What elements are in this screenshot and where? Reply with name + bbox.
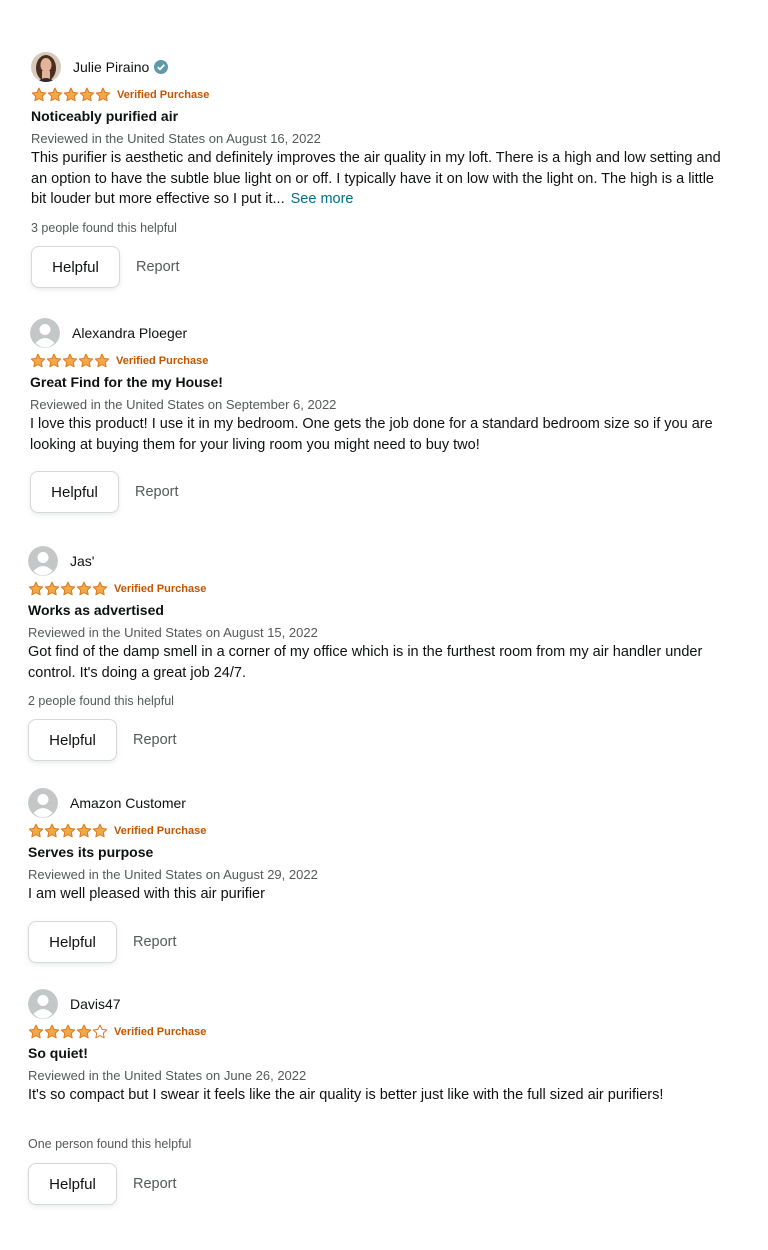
review-actions: Helpful Report	[28, 719, 177, 761]
review-body: This purifier is aesthetic and definitel…	[31, 148, 731, 210]
helpful-count: 3 people found this helpful	[31, 221, 177, 235]
star-filled-icon	[76, 823, 92, 838]
verified-purchase-badge[interactable]: Verified Purchase	[114, 1026, 206, 1038]
helpful-button[interactable]: Helpful	[28, 719, 117, 761]
default-avatar-icon[interactable]	[28, 546, 58, 576]
star-filled-icon	[60, 1024, 76, 1039]
star-filled-icon	[94, 353, 110, 368]
review-title[interactable]: Noticeably purified air	[31, 108, 178, 124]
star-filled-icon	[44, 1024, 60, 1039]
helpful-button[interactable]: Helpful	[31, 246, 120, 288]
report-link[interactable]: Report	[135, 484, 179, 500]
star-filled-icon	[47, 87, 63, 102]
review-title[interactable]: Great Find for the my House!	[30, 374, 223, 390]
review-date: Reviewed in the United States on August …	[31, 131, 321, 146]
verified-purchase-badge[interactable]: Verified Purchase	[114, 583, 206, 595]
review-date: Reviewed in the United States on August …	[28, 625, 318, 640]
report-link[interactable]: Report	[136, 259, 180, 275]
star-rating[interactable]	[30, 353, 110, 369]
reviewer-profile[interactable]: Jas'	[28, 544, 94, 578]
verified-purchase-badge[interactable]: Verified Purchase	[117, 89, 209, 101]
default-avatar-icon[interactable]	[28, 989, 58, 1019]
rating-row: Verified Purchase	[28, 581, 206, 597]
default-avatar-icon[interactable]	[28, 788, 58, 818]
star-rating[interactable]	[31, 87, 111, 103]
report-link[interactable]: Report	[133, 1176, 177, 1192]
rating-row: Verified Purchase	[30, 353, 208, 369]
helpful-button[interactable]: Helpful	[28, 1163, 117, 1205]
star-filled-icon	[31, 87, 47, 102]
star-filled-icon	[28, 581, 44, 596]
review-body: I am well pleased with this air purifier	[28, 884, 728, 905]
review-text: It's so compact but I swear it feels lik…	[28, 1087, 664, 1103]
helpful-button[interactable]: Helpful	[28, 921, 117, 963]
star-filled-icon	[44, 823, 60, 838]
review-actions: Helpful Report	[30, 471, 179, 513]
star-filled-icon	[60, 581, 76, 596]
star-filled-icon	[92, 823, 108, 838]
reviewer-name[interactable]: Jas'	[70, 553, 94, 569]
review-title[interactable]: So quiet!	[28, 1045, 88, 1061]
rating-row: Verified Purchase	[28, 1024, 206, 1040]
helpful-count: 2 people found this helpful	[28, 694, 174, 708]
star-filled-icon	[76, 1024, 92, 1039]
reviewer-name[interactable]: Alexandra Ploeger	[72, 325, 187, 341]
verified-purchase-badge[interactable]: Verified Purchase	[114, 825, 206, 837]
reviewer-profile[interactable]: Amazon Customer	[28, 786, 186, 820]
review-text: I love this product! I use it in my bedr…	[30, 416, 713, 453]
star-empty-icon	[92, 1024, 108, 1039]
star-filled-icon	[28, 823, 44, 838]
star-filled-icon	[79, 87, 95, 102]
reviewer-name[interactable]: Davis47	[70, 996, 121, 1012]
star-rating[interactable]	[28, 1024, 108, 1040]
star-filled-icon	[95, 87, 111, 102]
avatar[interactable]	[31, 52, 61, 82]
review-actions: Helpful Report	[31, 246, 180, 288]
star-filled-icon	[92, 581, 108, 596]
helpful-count: One person found this helpful	[28, 1137, 192, 1151]
review-text: This purifier is aesthetic and definitel…	[31, 150, 721, 207]
review-title[interactable]: Serves its purpose	[28, 844, 153, 860]
star-filled-icon	[30, 353, 46, 368]
review-text: Got find of the damp smell in a corner o…	[28, 644, 703, 681]
star-rating[interactable]	[28, 581, 108, 597]
reviewer-profile[interactable]: Julie Piraino	[31, 50, 169, 84]
review-text: I am well pleased with this air purifier	[28, 886, 265, 902]
review-date: Reviewed in the United States on June 26…	[28, 1068, 307, 1083]
star-filled-icon	[60, 823, 76, 838]
star-filled-icon	[28, 1024, 44, 1039]
star-filled-icon	[63, 87, 79, 102]
verified-check-icon	[154, 60, 169, 74]
star-filled-icon	[76, 581, 92, 596]
helpful-button[interactable]: Helpful	[30, 471, 119, 513]
see-more-link[interactable]: See more	[291, 191, 354, 207]
verified-purchase-badge[interactable]: Verified Purchase	[116, 355, 208, 367]
star-filled-icon	[78, 353, 94, 368]
review-body: It's so compact but I swear it feels lik…	[28, 1085, 728, 1106]
review-body: Got find of the damp smell in a corner o…	[28, 642, 728, 683]
review-actions: Helpful Report	[28, 1163, 177, 1205]
review-actions: Helpful Report	[28, 921, 177, 963]
star-filled-icon	[46, 353, 62, 368]
reviewer-name[interactable]: Amazon Customer	[70, 795, 186, 811]
review-date: Reviewed in the United States on Septemb…	[30, 397, 337, 412]
reviewer-name[interactable]: Julie Piraino	[73, 59, 149, 75]
review-title[interactable]: Works as advertised	[28, 602, 164, 618]
star-rating[interactable]	[28, 823, 108, 839]
rating-row: Verified Purchase	[28, 823, 206, 839]
report-link[interactable]: Report	[133, 934, 177, 950]
default-avatar-icon[interactable]	[30, 318, 60, 348]
star-filled-icon	[44, 581, 60, 596]
report-link[interactable]: Report	[133, 732, 177, 748]
star-filled-icon	[62, 353, 78, 368]
review-body: I love this product! I use it in my bedr…	[30, 414, 730, 455]
reviewer-profile[interactable]: Davis47	[28, 987, 121, 1021]
reviewer-profile[interactable]: Alexandra Ploeger	[30, 316, 187, 350]
rating-row: Verified Purchase	[31, 87, 209, 103]
review-date: Reviewed in the United States on August …	[28, 867, 318, 882]
